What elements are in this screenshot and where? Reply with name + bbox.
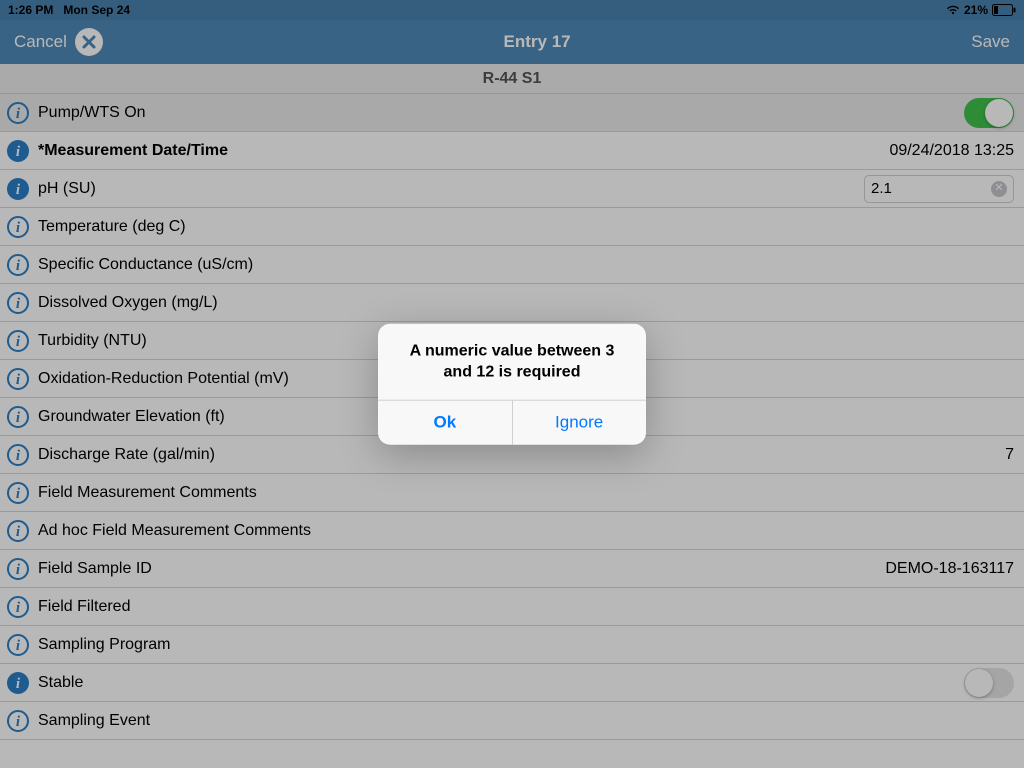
alert-ignore-button[interactable]: Ignore (512, 400, 646, 444)
alert-ok-button[interactable]: Ok (378, 400, 512, 444)
validation-alert: A numeric value between 3 and 12 is requ… (378, 324, 646, 445)
alert-message: A numeric value between 3 and 12 is requ… (378, 324, 646, 400)
